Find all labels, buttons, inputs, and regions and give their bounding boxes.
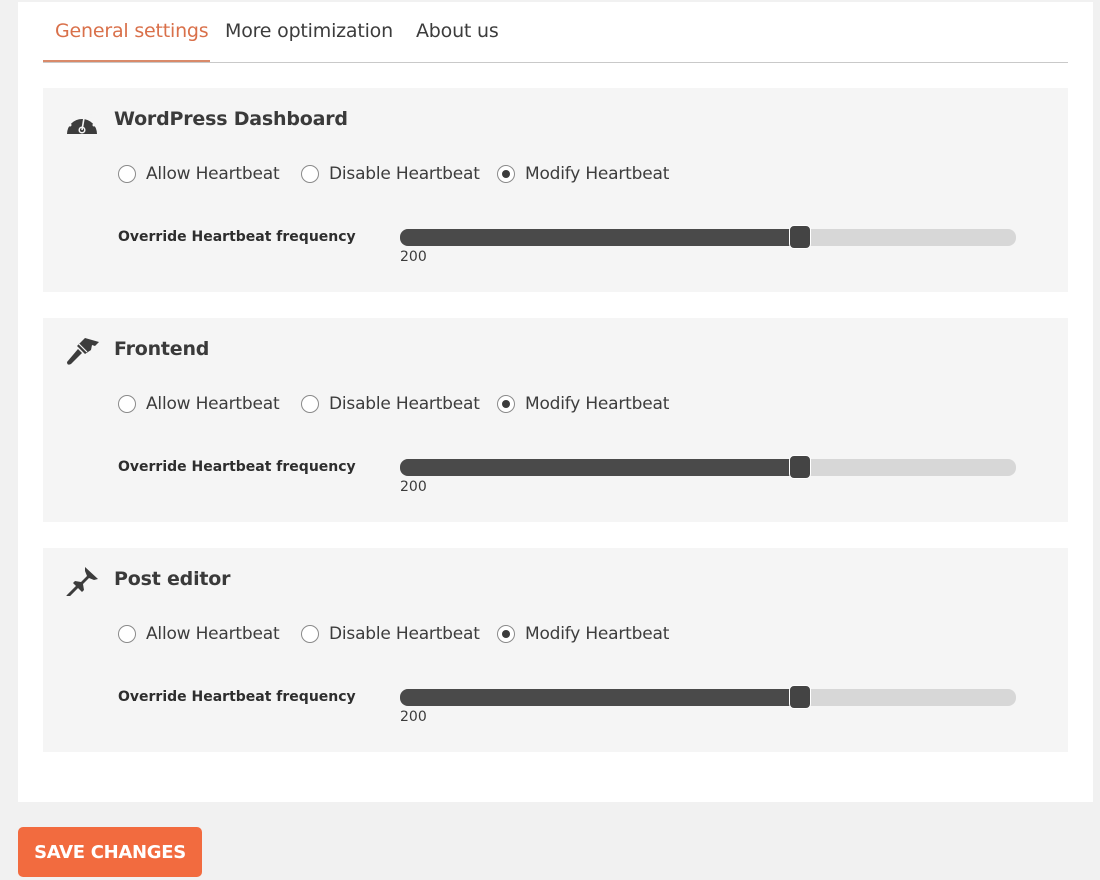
radio-circle[interactable] — [118, 165, 136, 183]
slider-thumb[interactable] — [789, 455, 812, 479]
radio-allow-heartbeat[interactable]: Allow Heartbeat — [118, 624, 280, 644]
radio-circle[interactable] — [118, 625, 136, 643]
slider-fill — [400, 689, 801, 706]
radio-label: Modify Heartbeat — [525, 164, 670, 184]
radio-label: Disable Heartbeat — [329, 624, 480, 644]
section-post-editor: Post editor Allow Heartbeat Disable Hear… — [43, 548, 1068, 752]
radio-circle[interactable] — [301, 165, 319, 183]
frequency-value: 200 — [400, 249, 427, 265]
section-title: Post editor — [114, 568, 231, 590]
radio-label: Modify Heartbeat — [525, 394, 670, 414]
tab-about-us[interactable]: About us — [416, 20, 499, 42]
radio-disable-heartbeat[interactable]: Disable Heartbeat — [301, 394, 480, 414]
tab-bar: General settings More optimization About… — [43, 2, 1068, 63]
radio-disable-heartbeat[interactable]: Disable Heartbeat — [301, 624, 480, 644]
frequency-value: 200 — [400, 709, 427, 725]
radio-circle-selected[interactable] — [497, 625, 515, 643]
radio-label: Disable Heartbeat — [329, 164, 480, 184]
slider-thumb[interactable] — [789, 685, 812, 709]
radio-modify-heartbeat[interactable]: Modify Heartbeat — [497, 624, 669, 644]
settings-card: General settings More optimization About… — [18, 2, 1093, 802]
radio-modify-heartbeat[interactable]: Modify Heartbeat — [497, 164, 669, 184]
section-wordpress-dashboard: WordPress Dashboard Allow Heartbeat Disa… — [43, 88, 1068, 292]
radio-allow-heartbeat[interactable]: Allow Heartbeat — [118, 164, 280, 184]
radio-label: Disable Heartbeat — [329, 394, 480, 414]
frequency-label: Override Heartbeat frequency — [118, 229, 356, 245]
radio-label: Allow Heartbeat — [146, 394, 280, 414]
frequency-label: Override Heartbeat frequency — [118, 689, 356, 705]
radio-circle[interactable] — [301, 395, 319, 413]
radio-label: Modify Heartbeat — [525, 624, 670, 644]
section-title: Frontend — [114, 338, 210, 360]
radio-circle[interactable] — [301, 625, 319, 643]
radio-circle[interactable] — [118, 395, 136, 413]
frequency-value: 200 — [400, 479, 427, 495]
dashboard-gauge-icon — [67, 110, 97, 134]
radio-label: Allow Heartbeat — [146, 624, 280, 644]
frequency-slider[interactable] — [400, 225, 1016, 249]
frequency-label: Override Heartbeat frequency — [118, 459, 356, 475]
radio-allow-heartbeat[interactable]: Allow Heartbeat — [118, 394, 280, 414]
save-changes-button[interactable]: SAVE CHANGES — [18, 827, 202, 877]
slider-thumb[interactable] — [789, 225, 812, 249]
radio-disable-heartbeat[interactable]: Disable Heartbeat — [301, 164, 480, 184]
paintbrush-icon — [67, 338, 99, 365]
slider-fill — [400, 229, 801, 246]
radio-label: Allow Heartbeat — [146, 164, 280, 184]
radio-circle-selected[interactable] — [497, 165, 515, 183]
pushpin-icon — [66, 567, 98, 596]
radio-circle-selected[interactable] — [497, 395, 515, 413]
frequency-slider[interactable] — [400, 455, 1016, 479]
active-tab-indicator — [43, 60, 210, 62]
section-title: WordPress Dashboard — [114, 108, 348, 130]
tab-more-optimization[interactable]: More optimization — [225, 20, 393, 42]
tab-general-settings[interactable]: General settings — [55, 20, 209, 42]
slider-fill — [400, 459, 801, 476]
radio-modify-heartbeat[interactable]: Modify Heartbeat — [497, 394, 669, 414]
frequency-slider[interactable] — [400, 685, 1016, 709]
section-frontend: Frontend Allow Heartbeat Disable Heartbe… — [43, 318, 1068, 522]
